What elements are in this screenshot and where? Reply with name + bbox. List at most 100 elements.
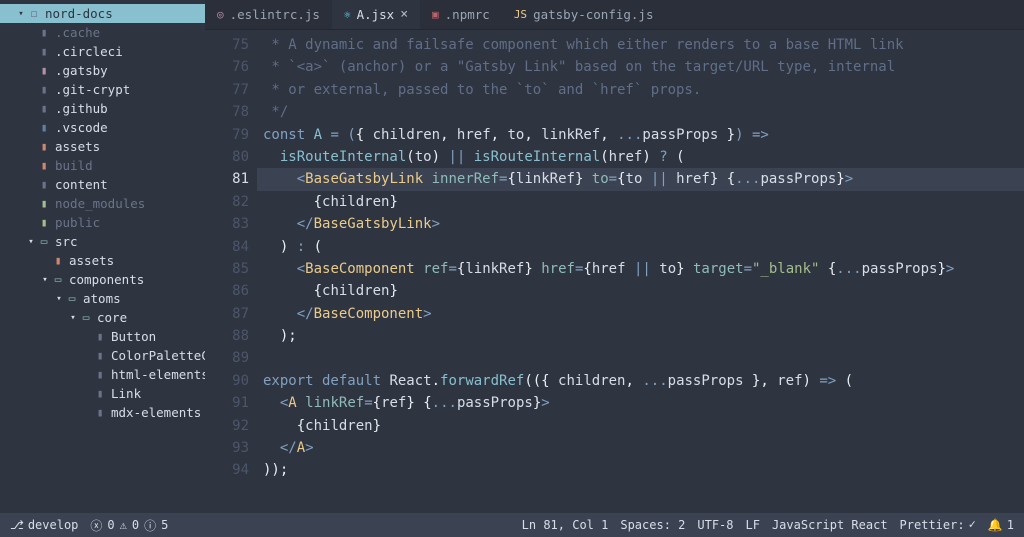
- file-type-icon: JS: [514, 8, 527, 21]
- tree-item[interactable]: ▮node_modules: [0, 194, 205, 213]
- code-line[interactable]: <A linkRef={ref} {...passProps}>: [263, 392, 1024, 414]
- folder-icon: ▭: [64, 292, 80, 305]
- tree-item[interactable]: ▮.circleci: [0, 42, 205, 61]
- folder-icon: ▮: [92, 406, 108, 419]
- tree-item-label: atoms: [83, 291, 121, 306]
- tree-item[interactable]: ▾▭core: [0, 308, 205, 327]
- code-line[interactable]: isRouteInternal(to) || isRouteInternal(h…: [263, 146, 1024, 168]
- status-bar: ⎇ develop ⓧ0 ⚠0 ⓘ5 Ln 81, Col 1 Spaces: …: [0, 513, 1024, 537]
- code-line[interactable]: </BaseComponent>: [263, 303, 1024, 325]
- folder-icon: ▮: [92, 368, 108, 381]
- code-line[interactable]: </A>: [263, 437, 1024, 459]
- folder-icon: ▮: [36, 83, 52, 96]
- folder-icon: ▮: [36, 45, 52, 58]
- tree-item[interactable]: ▮Button: [0, 327, 205, 346]
- tree-item-label: Button: [111, 329, 156, 344]
- folder-icon: ▭: [78, 311, 94, 324]
- tree-item[interactable]: ▮.gatsby: [0, 61, 205, 80]
- code-line[interactable]: <BaseGatsbyLink innerRef={linkRef} to={t…: [257, 168, 1024, 190]
- code-content[interactable]: * A dynamic and failsafe component which…: [263, 34, 1024, 513]
- tree-item[interactable]: ▾▭atoms: [0, 289, 205, 308]
- line-number: 94: [205, 459, 249, 481]
- code-line[interactable]: * A dynamic and failsafe component which…: [263, 34, 1024, 56]
- line-number: 90: [205, 370, 249, 392]
- code-line[interactable]: {children}: [263, 280, 1024, 302]
- code-line[interactable]: */: [263, 101, 1024, 123]
- tree-item[interactable]: ▾▭src: [0, 232, 205, 251]
- code-line[interactable]: ) : (: [263, 236, 1024, 258]
- folder-icon: ▮: [36, 140, 52, 153]
- warning-icon: ⚠: [120, 518, 128, 532]
- eol[interactable]: LF: [746, 518, 760, 532]
- tree-item[interactable]: ▮mdx-elements: [0, 403, 205, 422]
- tree-item[interactable]: ▮Link: [0, 384, 205, 403]
- code-line[interactable]: [263, 347, 1024, 369]
- warning-count: 0: [132, 518, 140, 532]
- tree-item[interactable]: ▮public: [0, 213, 205, 232]
- line-number: 87: [205, 303, 249, 325]
- tree-item[interactable]: ▮assets: [0, 137, 205, 156]
- tree-item-label: ColorPaletteCard: [111, 348, 205, 363]
- tree-item[interactable]: ▮assets: [0, 251, 205, 270]
- tree-item[interactable]: ▾◻nord-docs: [0, 4, 205, 23]
- notification-count: 1: [1007, 518, 1014, 532]
- line-number: 76: [205, 56, 249, 78]
- folder-icon: ▮: [36, 26, 52, 39]
- language-mode[interactable]: JavaScript React: [772, 518, 888, 532]
- line-number: 81: [205, 168, 249, 190]
- tree-item[interactable]: ▮html-elements: [0, 365, 205, 384]
- indentation[interactable]: Spaces: 2: [620, 518, 685, 532]
- tree-item[interactable]: ▮.vscode: [0, 118, 205, 137]
- line-number: 77: [205, 79, 249, 101]
- tree-item[interactable]: ▮content: [0, 175, 205, 194]
- tree-item-label: .circleci: [55, 44, 123, 59]
- tree-item[interactable]: ▮.git-crypt: [0, 80, 205, 99]
- tree-item[interactable]: ▮.cache: [0, 23, 205, 42]
- line-number: 78: [205, 101, 249, 123]
- git-branch[interactable]: ⎇ develop: [10, 518, 78, 532]
- line-number: 85: [205, 258, 249, 280]
- line-number: 89: [205, 347, 249, 369]
- sidebar-file-explorer[interactable]: ▾◻nord-docs▮.cache▮.circleci▮.gatsby▮.gi…: [0, 0, 205, 513]
- diagnostics[interactable]: ⓧ0 ⚠0 ⓘ5: [90, 517, 169, 534]
- tree-item-label: .vscode: [55, 120, 108, 135]
- close-icon[interactable]: ×: [400, 7, 408, 22]
- tab-label: .npmrc: [445, 7, 490, 22]
- tree-item-label: node_modules: [55, 196, 145, 211]
- notifications[interactable]: 🔔 1: [988, 518, 1014, 532]
- code-line[interactable]: {children}: [263, 191, 1024, 213]
- code-line[interactable]: );: [263, 325, 1024, 347]
- tree-item[interactable]: ▮build: [0, 156, 205, 175]
- bell-icon: 🔔: [988, 518, 1003, 532]
- tree-item-label: src: [55, 234, 78, 249]
- prettier-status[interactable]: Prettier: ✓: [900, 518, 976, 532]
- code-editor[interactable]: 7576777879808182838485868788899091929394…: [205, 30, 1024, 513]
- code-line[interactable]: </BaseGatsbyLink>: [263, 213, 1024, 235]
- editor-tab[interactable]: ◎.eslintrc.js: [205, 0, 332, 29]
- cursor-position[interactable]: Ln 81, Col 1: [522, 518, 609, 532]
- folder-icon: ▭: [36, 235, 52, 248]
- code-line[interactable]: ));: [263, 459, 1024, 481]
- encoding[interactable]: UTF-8: [697, 518, 733, 532]
- editor-tab[interactable]: ▣.npmrc: [420, 0, 502, 29]
- code-line[interactable]: const A = ({ children, href, to, linkRef…: [263, 124, 1024, 146]
- folder-icon: ◻: [26, 7, 42, 20]
- folder-icon: ▭: [50, 273, 66, 286]
- line-number: 80: [205, 146, 249, 168]
- tree-item-label: public: [55, 215, 100, 230]
- code-line[interactable]: * or external, passed to the `to` and `h…: [263, 79, 1024, 101]
- code-line[interactable]: {children}: [263, 415, 1024, 437]
- folder-icon: ▮: [92, 349, 108, 362]
- tree-item[interactable]: ▮ColorPaletteCard: [0, 346, 205, 365]
- code-line[interactable]: <BaseComponent ref={linkRef} href={href …: [263, 258, 1024, 280]
- folder-icon: ▮: [36, 121, 52, 134]
- tree-item[interactable]: ▮.github: [0, 99, 205, 118]
- tree-item-label: .gatsby: [55, 63, 108, 78]
- tree-item-label: .cache: [55, 25, 100, 40]
- editor-tab[interactable]: ⚛A.jsx×: [332, 0, 420, 29]
- code-line[interactable]: export default React.forwardRef(({ child…: [263, 370, 1024, 392]
- code-line[interactable]: * `<a>` (anchor) or a "Gatsby Link" base…: [263, 56, 1024, 78]
- tab-bar: ◎.eslintrc.js⚛A.jsx×▣.npmrcJSgatsby-conf…: [205, 0, 1024, 30]
- editor-tab[interactable]: JSgatsby-config.js: [502, 0, 666, 29]
- tree-item[interactable]: ▾▭components: [0, 270, 205, 289]
